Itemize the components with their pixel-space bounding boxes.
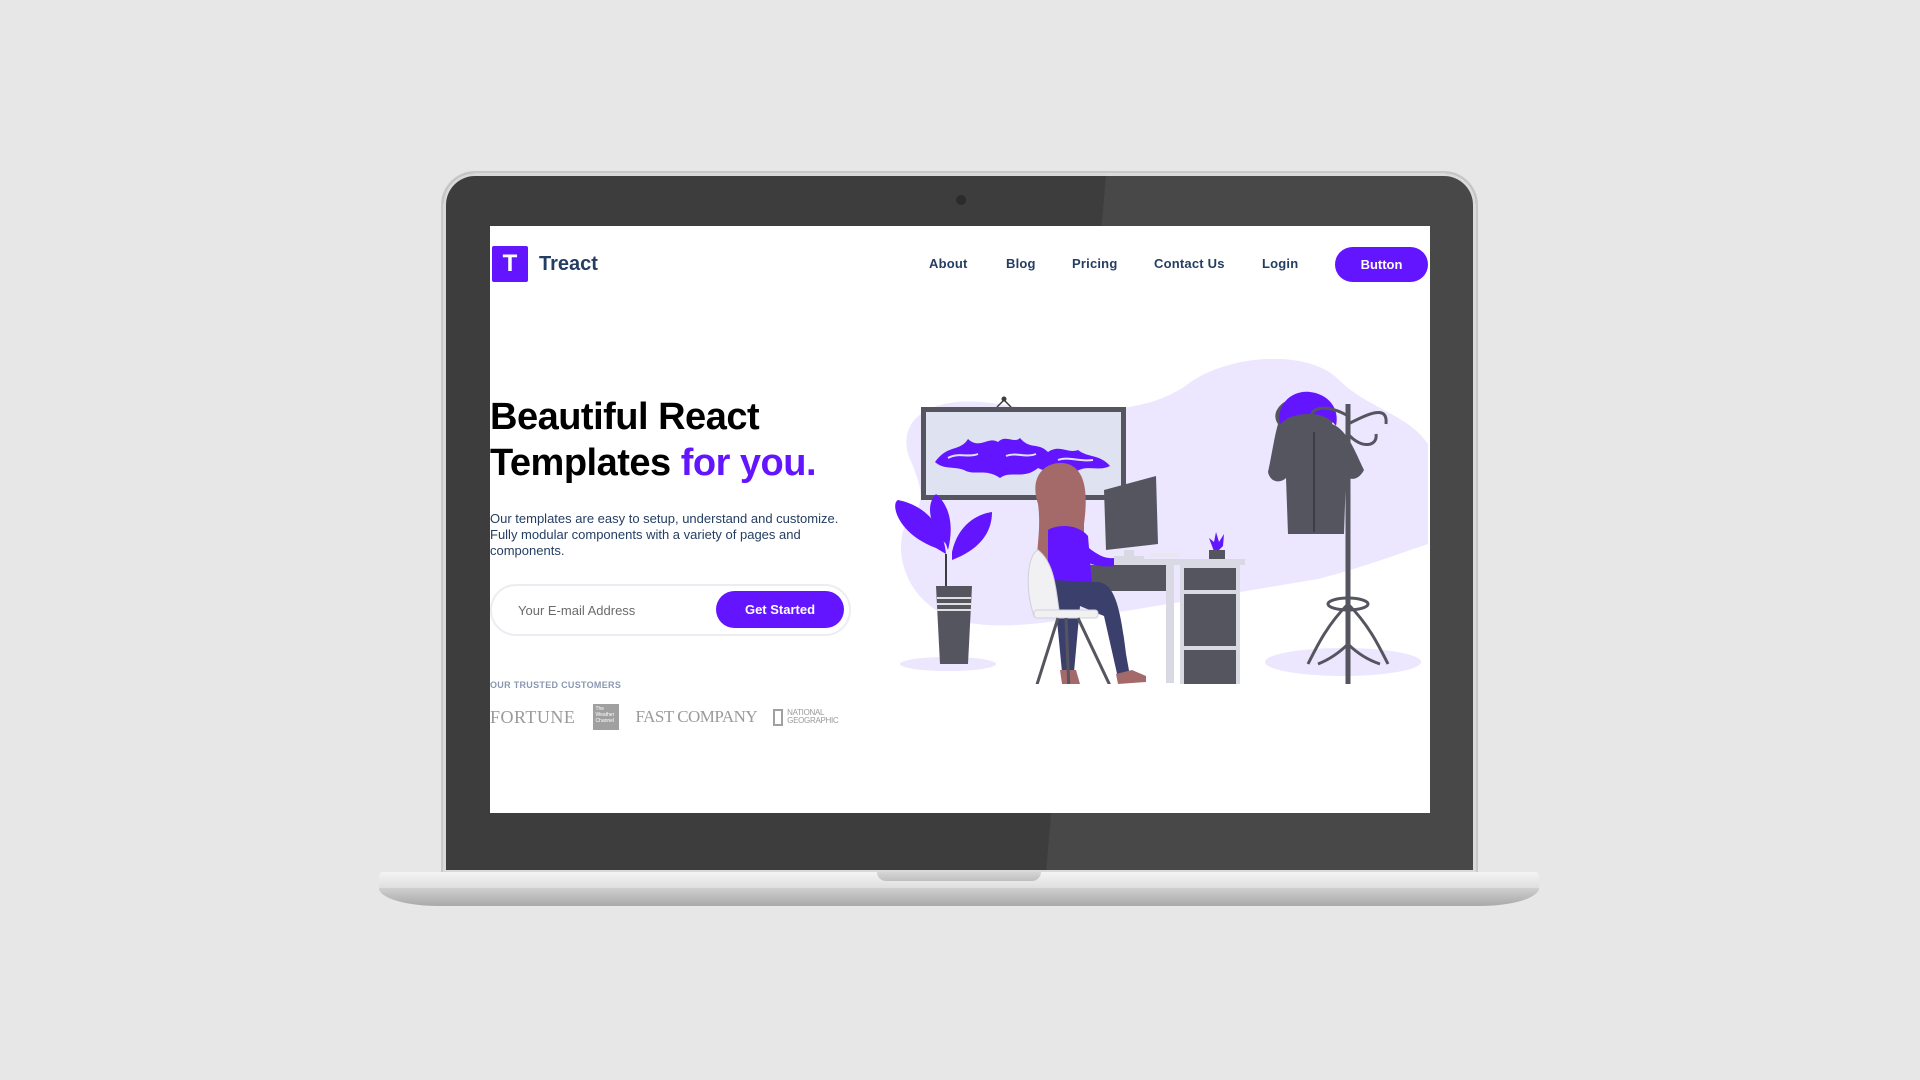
customer-logos: FORTUNE The Weather Channel FAST COMPANY… (490, 704, 843, 730)
main-nav: About Blog Pricing Contact Us Login (490, 256, 1430, 276)
chair-leg-1 (1035, 617, 1060, 684)
cabinet-drawer-2 (1184, 594, 1236, 646)
floor-shadow-stand (1265, 648, 1421, 676)
natgeo-frame-icon (773, 708, 784, 726)
laptop-screen: T Treact About Blog Pricing Contact Us L… (490, 226, 1430, 813)
nav-link-login[interactable]: Login (1262, 256, 1298, 271)
keyboard (1150, 553, 1180, 557)
cabinet-drawer-3 (1184, 650, 1236, 684)
hero-title-line1: Beautiful React (490, 396, 760, 438)
logo-weather-channel: The Weather Channel (593, 704, 620, 730)
hero-title-accent: for you. (680, 442, 817, 484)
nav-link-about[interactable]: About (929, 256, 968, 271)
nav-link-blog[interactable]: Blog (1006, 256, 1036, 271)
painting-nail (1001, 396, 1007, 402)
hero-description: Our templates are easy to setup, underst… (490, 511, 839, 558)
logo-fortune: FORTUNE (490, 706, 576, 727)
nav-link-pricing[interactable]: Pricing (1072, 256, 1117, 271)
logo-fast-company: FAST COMPANY (635, 707, 758, 726)
get-started-button[interactable]: Get Started (716, 591, 844, 628)
nav-cta-button[interactable]: Button (1335, 247, 1428, 282)
camera-dot (956, 195, 966, 205)
laptop-base-bottom (379, 888, 1539, 906)
natgeo-text: NATIONAL GEOGRAPHIC (787, 708, 839, 725)
laptop-hinge-notch (877, 872, 1041, 881)
hero-title: Beautiful React Templates for you. (490, 394, 817, 486)
woman-at-desk-illustration (895, 358, 1428, 684)
hero-title-line2: Templates (490, 442, 681, 484)
email-input[interactable] (516, 598, 720, 622)
small-plant-pot (1209, 550, 1225, 559)
monitor-base (1114, 556, 1144, 559)
cabinet-drawer-1 (1184, 568, 1236, 590)
nav-link-contact-us[interactable]: Contact Us (1154, 256, 1225, 271)
desk-leg (1166, 565, 1174, 683)
logo-national-geographic: NATIONAL GEOGRAPHIC (773, 708, 843, 726)
chair-seat (1033, 609, 1099, 619)
email-signup-form: Get Started (490, 584, 851, 636)
trusted-customers-label: OUR TRUSTED CUSTOMERS (490, 680, 622, 690)
